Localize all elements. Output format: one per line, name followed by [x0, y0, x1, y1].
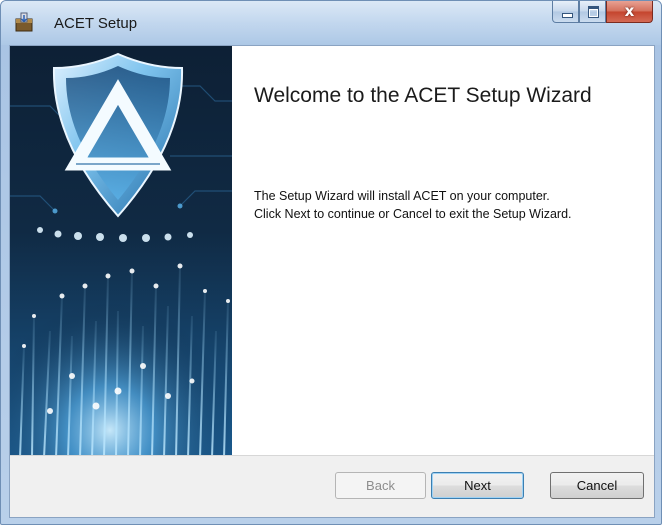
- maximize-button[interactable]: [579, 1, 606, 23]
- cancel-button[interactable]: Cancel: [550, 472, 644, 499]
- title-bar[interactable]: ACET Setup x: [1, 1, 661, 45]
- welcome-message: The Setup Wizard will install ACET on yo…: [254, 187, 572, 223]
- wizard-footer: Back Next Cancel: [10, 455, 654, 517]
- installer-box-icon: [15, 12, 33, 32]
- close-button[interactable]: x: [606, 1, 653, 23]
- close-icon: x: [624, 2, 635, 20]
- banner-artwork: [10, 46, 232, 458]
- maximize-icon: [588, 6, 599, 18]
- welcome-line-1: The Setup Wizard will install ACET on yo…: [254, 189, 550, 203]
- caption-buttons: x: [552, 1, 653, 23]
- page-title: Welcome to the ACET Setup Wizard: [254, 84, 592, 107]
- next-button[interactable]: Next: [431, 472, 524, 499]
- wizard-client-area: Welcome to the ACET Setup Wizard The Set…: [9, 45, 655, 518]
- minimize-button[interactable]: [552, 1, 579, 23]
- wizard-content-panel: Welcome to the ACET Setup Wizard The Set…: [232, 46, 654, 458]
- window-title: ACET Setup: [54, 15, 138, 32]
- wizard-banner-image: [10, 46, 232, 458]
- back-button[interactable]: Back: [335, 472, 426, 499]
- setup-window: ACET Setup x Welcome to the ACET Setup W…: [0, 0, 662, 525]
- minimize-icon: [562, 13, 573, 18]
- welcome-line-2: Click Next to continue or Cancel to exit…: [254, 207, 572, 221]
